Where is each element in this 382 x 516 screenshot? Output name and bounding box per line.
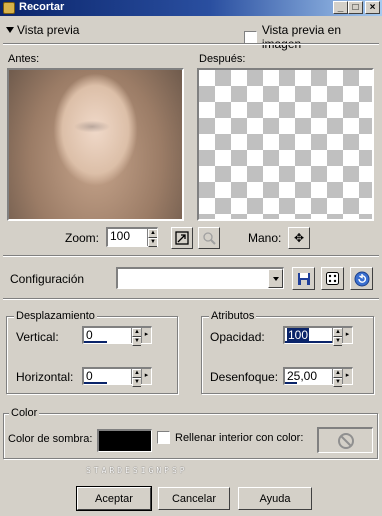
spin-down-icon[interactable]: ▼	[132, 337, 141, 346]
opacity-value[interactable]: 100	[287, 328, 310, 342]
spin-down-icon[interactable]: ▼	[333, 337, 342, 346]
save-disk-icon	[297, 272, 310, 285]
spin-up-icon[interactable]: ▲	[333, 328, 342, 337]
horizontal-label: Horizontal:	[16, 370, 74, 384]
dice-icon	[326, 272, 339, 285]
preview-toggle-label: Vista previa	[17, 23, 80, 37]
collapse-triangle-icon	[6, 27, 14, 33]
chevron-down-icon[interactable]	[268, 269, 283, 288]
fill-interior-option[interactable]: Rellenar interior con color:	[157, 431, 303, 444]
ok-button[interactable]: Aceptar	[76, 486, 152, 511]
minimize-button[interactable]: _	[333, 1, 348, 14]
zoom-spinner[interactable]: 100 ▲ ▼	[106, 227, 158, 247]
attributes-legend: Atributos	[209, 310, 257, 322]
zoom-magnifier-icon	[203, 232, 216, 245]
zoom-value[interactable]: 100	[110, 229, 130, 243]
cancel-button[interactable]: Cancelar	[158, 487, 230, 510]
blur-spinner[interactable]: 25,00 ▲ ▼ ▸	[283, 367, 353, 387]
slider-popout-icon[interactable]: ▸	[141, 369, 151, 384]
help-button[interactable]: Ayuda	[238, 487, 312, 510]
spin-up-icon[interactable]: ▲	[333, 369, 342, 378]
after-preview-image	[197, 68, 374, 221]
pan-label: Mano:	[248, 231, 282, 245]
horizontal-spinner[interactable]: 0 ▲ ▼ ▸	[82, 367, 152, 387]
randomize-button[interactable]	[321, 267, 344, 290]
spin-up-icon[interactable]: ▲	[132, 369, 141, 378]
config-label: Configuración	[10, 272, 85, 286]
move-arrows-icon: ✥	[293, 231, 305, 245]
close-button[interactable]: ×	[365, 1, 380, 14]
before-preview-image[interactable]	[7, 68, 184, 221]
slider-popout-icon[interactable]: ▸	[141, 328, 151, 343]
fit-window-icon	[175, 231, 189, 245]
shadow-color-swatch[interactable]	[97, 429, 152, 452]
divider	[3, 298, 379, 300]
spin-up-icon[interactable]: ▲	[132, 328, 141, 337]
fill-interior-label: Rellenar interior con color:	[175, 431, 304, 444]
zoom-fit-button[interactable]	[171, 227, 193, 249]
zoom-label: Zoom:	[65, 231, 100, 245]
window-title: Recortar	[19, 1, 65, 13]
vertical-label: Vertical:	[16, 330, 59, 344]
spin-down-icon[interactable]: ▼	[333, 378, 342, 387]
displacement-legend: Desplazamiento	[14, 310, 97, 322]
app-icon	[3, 2, 15, 14]
preview-toggle[interactable]: Vista previa	[6, 21, 79, 39]
spin-down-icon[interactable]: ▼	[132, 378, 141, 387]
fill-color-swatch	[317, 427, 373, 453]
color-legend: Color	[9, 407, 40, 419]
before-label: Antes:	[8, 53, 40, 65]
spin-down-icon[interactable]: ▼	[148, 238, 157, 247]
no-color-icon	[337, 432, 354, 449]
config-dropdown[interactable]	[116, 267, 284, 289]
after-label: Después:	[199, 53, 246, 65]
fill-interior-checkbox[interactable]	[157, 431, 170, 444]
horizontal-value[interactable]: 0	[86, 369, 93, 383]
image-preview-label: Vista previa en imagen	[261, 23, 342, 51]
vertical-value[interactable]: 0	[86, 328, 93, 342]
divider	[3, 255, 379, 257]
reset-button[interactable]	[350, 267, 373, 290]
watermark-text: STARDESIGNPSP	[86, 466, 188, 475]
opacity-spinner[interactable]: 100 ▲ ▼ ▸	[283, 326, 353, 346]
maximize-button[interactable]: □	[348, 1, 363, 14]
vertical-spinner[interactable]: 0 ▲ ▼ ▸	[82, 326, 152, 346]
spin-up-icon[interactable]: ▲	[148, 229, 157, 238]
title-bar: Recortar _ □ ×	[0, 0, 382, 16]
pan-button[interactable]: ✥	[288, 227, 310, 249]
opacity-label: Opacidad:	[210, 330, 265, 344]
reset-arrow-icon	[354, 271, 369, 286]
zoom-actual-button[interactable]	[198, 227, 220, 249]
blur-value[interactable]: 25,00	[287, 369, 317, 383]
blur-label: Desenfoque:	[210, 370, 279, 384]
image-preview-option[interactable]: Vista previa en imagen	[244, 23, 382, 51]
image-preview-checkbox[interactable]	[244, 30, 257, 44]
save-preset-button[interactable]	[292, 267, 315, 290]
slider-popout-icon[interactable]: ▸	[342, 369, 352, 384]
shadow-color-label: Color de sombra:	[8, 433, 93, 445]
slider-popout-icon[interactable]: ▸	[342, 328, 352, 343]
divider	[3, 43, 379, 45]
